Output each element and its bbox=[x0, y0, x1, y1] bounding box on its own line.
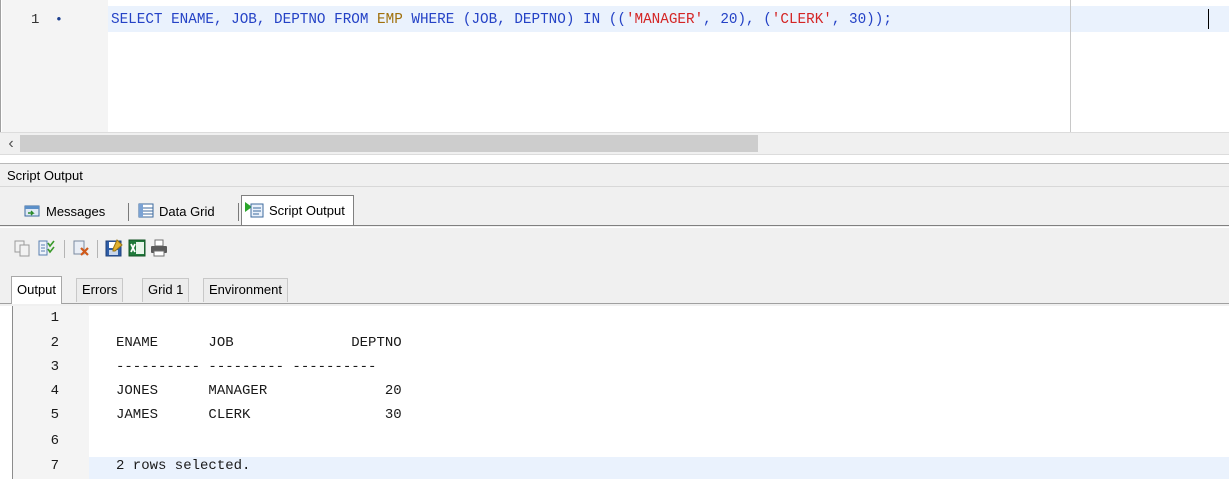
line-marker-icon[interactable]: • bbox=[55, 12, 63, 27]
tab-baseline bbox=[0, 225, 1229, 226]
data-grid-icon bbox=[138, 203, 154, 221]
toolbar-separator bbox=[64, 240, 65, 258]
output-line-text: JAMES CLERK 30 bbox=[116, 407, 402, 423]
output-line: 5 JAMES CLERK 30 bbox=[13, 407, 1229, 427]
print-icon[interactable] bbox=[150, 239, 168, 257]
output-toolbar bbox=[0, 228, 1229, 270]
output-line: 1 bbox=[13, 310, 1229, 330]
output-line-number: 5 bbox=[50, 407, 59, 423]
output-line: 7 2 rows selected. bbox=[13, 458, 1229, 478]
script-output-text[interactable]: 1 2 ENAME JOB DEPTNO 3 ---------- ------… bbox=[12, 306, 1229, 479]
output-line: 2 ENAME JOB DEPTNO bbox=[13, 335, 1229, 355]
output-line-text: 2 rows selected. bbox=[116, 458, 251, 474]
output-tab-strip: Output Errors Grid 1 Environment bbox=[0, 270, 1229, 306]
tab-divider bbox=[238, 203, 239, 221]
output-line: 6 bbox=[13, 433, 1229, 453]
sql-token: (( bbox=[600, 12, 626, 28]
sql-token: , 30)); bbox=[831, 12, 892, 28]
tab-output[interactable]: Output bbox=[11, 276, 63, 304]
output-line-text: ENAME JOB DEPTNO bbox=[116, 335, 402, 351]
clear-icon[interactable] bbox=[72, 239, 90, 257]
result-tab-strip: Messages Data Grid Script Output bbox=[0, 187, 1229, 227]
messages-icon bbox=[24, 203, 41, 221]
tab-baseline bbox=[0, 303, 1229, 304]
tab-environment[interactable]: Environment bbox=[203, 278, 288, 302]
output-line-text: ---------- --------- ---------- bbox=[116, 359, 377, 375]
output-line: 3 ---------- --------- ---------- bbox=[13, 359, 1229, 379]
sql-token: FROM bbox=[334, 12, 369, 28]
output-line-number: 1 bbox=[50, 310, 59, 326]
sql-statement[interactable]: SELECT ENAME, JOB, DEPTNO FROM EMP WHERE… bbox=[111, 12, 892, 28]
tab-messages[interactable]: Messages bbox=[24, 198, 105, 225]
panel-title: Script Output bbox=[7, 168, 83, 183]
output-line-number: 4 bbox=[50, 383, 59, 399]
editor-horizontal-scrollbar[interactable]: ‹ bbox=[0, 132, 1229, 155]
output-line-number: 6 bbox=[50, 433, 59, 449]
sql-token: EMP bbox=[377, 12, 403, 28]
tab-grid-1[interactable]: Grid 1 bbox=[142, 278, 190, 302]
copy-icon[interactable] bbox=[13, 239, 31, 257]
tab-script-output[interactable]: Script Output bbox=[241, 195, 354, 225]
sql-token: WHERE bbox=[411, 12, 455, 28]
sql-editor[interactable]: 1 • SELECT ENAME, JOB, DEPTNO FROM EMP W… bbox=[0, 0, 1229, 132]
tab-label: Script Output bbox=[269, 203, 345, 218]
scrollbar-thumb[interactable] bbox=[20, 135, 758, 152]
sql-token: IN bbox=[583, 12, 601, 28]
toolbar-separator bbox=[97, 240, 98, 258]
output-line-text: JONES MANAGER 20 bbox=[116, 383, 402, 399]
sql-token: 'MANAGER' bbox=[625, 12, 704, 28]
excel-icon[interactable] bbox=[128, 239, 146, 257]
output-line: 4 JONES MANAGER 20 bbox=[13, 383, 1229, 403]
output-line-number: 7 bbox=[50, 458, 59, 474]
tab-divider bbox=[128, 203, 129, 221]
sql-token: , 20), ( bbox=[703, 12, 772, 28]
output-line-number: 2 bbox=[50, 335, 59, 351]
sql-token: (JOB, DEPTNO) bbox=[462, 12, 575, 28]
sql-token: ENAME, JOB, DEPTNO bbox=[171, 12, 326, 28]
sql-token: 'CLERK' bbox=[771, 12, 832, 28]
scroll-left-arrow-icon[interactable]: ‹ bbox=[2, 133, 20, 154]
tab-label: Messages bbox=[46, 204, 106, 219]
tab-data-grid[interactable]: Data Grid bbox=[138, 198, 215, 225]
right-margin-guide bbox=[1070, 0, 1071, 132]
tab-label: Data Grid bbox=[159, 204, 215, 219]
sql-token: SELECT bbox=[111, 12, 163, 28]
text-caret bbox=[1208, 9, 1209, 29]
script-output-icon bbox=[244, 201, 264, 221]
select-all-icon[interactable] bbox=[38, 239, 56, 257]
panel-title-bar: Script Output bbox=[0, 163, 1229, 187]
tab-errors[interactable]: Errors bbox=[76, 278, 124, 302]
save-icon[interactable] bbox=[105, 239, 123, 257]
editor-line-number: 1 bbox=[31, 12, 40, 28]
output-line-number: 3 bbox=[50, 359, 59, 375]
